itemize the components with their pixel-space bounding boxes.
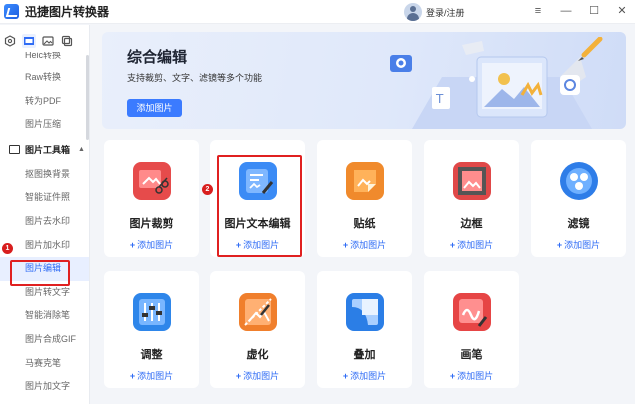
card-frame[interactable]: 边框 + 添加图片 bbox=[424, 140, 519, 257]
card-add-image-link[interactable]: + 添加图片 bbox=[317, 238, 412, 251]
blur-icon bbox=[239, 293, 277, 331]
sidebar-item-id-photo[interactable]: 智能证件照 bbox=[0, 186, 89, 210]
plus-icon: + bbox=[129, 371, 136, 381]
card-brush[interactable]: 画笔 + 添加图片 bbox=[424, 271, 519, 388]
sidebar-item-to-pdf[interactable]: 转为PDF bbox=[0, 90, 89, 114]
sidebar-group-toolbox[interactable]: 图片工具箱 ▲ bbox=[0, 137, 89, 163]
highlight-box-text-edit-card bbox=[217, 155, 302, 257]
step-marker-2: 2 bbox=[202, 184, 213, 195]
card-title: 调整 bbox=[140, 349, 163, 361]
layers-icon[interactable] bbox=[60, 34, 74, 48]
chevron-up-icon: ▲ bbox=[78, 145, 85, 153]
frame-icon bbox=[453, 162, 491, 200]
sidebar-item-compress[interactable]: 图片压缩 bbox=[0, 113, 89, 137]
svg-text:T: T bbox=[435, 92, 444, 106]
card-add-image-link[interactable]: + 添加图片 bbox=[104, 238, 199, 251]
card-add-label: 添加图片 bbox=[350, 371, 387, 381]
banner-illustration-icon: T bbox=[390, 37, 603, 129]
card-overlay[interactable]: 叠加 + 添加图片 bbox=[317, 271, 412, 388]
card-blur[interactable]: 虚化 + 添加图片 bbox=[210, 271, 305, 388]
image-icon[interactable] bbox=[41, 34, 55, 48]
sidebar: Heic转换 Raw转换 转为PDF 图片压缩 图片工具箱 ▲ 抠图换背景 智能… bbox=[0, 25, 90, 404]
card-add-label: 添加图片 bbox=[457, 240, 494, 250]
filter-icon bbox=[560, 162, 598, 200]
highlight-box-image-edit bbox=[10, 260, 70, 286]
plus-icon: + bbox=[449, 240, 456, 250]
adjust-icon bbox=[133, 293, 171, 331]
card-add-label: 添加图片 bbox=[137, 240, 174, 250]
card-title: 画笔 bbox=[460, 349, 483, 361]
card-title: 滤镜 bbox=[567, 218, 590, 230]
brush-icon bbox=[453, 293, 491, 331]
card-add-label: 添加图片 bbox=[243, 371, 280, 381]
sidebar-item-remove-watermark[interactable]: 图片去水印 bbox=[0, 210, 89, 234]
step-marker-1: 1 bbox=[2, 243, 13, 254]
card-filter[interactable]: 滤镜 + 添加图片 bbox=[531, 140, 626, 257]
card-add-image-link[interactable]: + 添加图片 bbox=[424, 238, 519, 251]
plus-icon: + bbox=[556, 240, 563, 250]
overlay-icon bbox=[346, 293, 384, 331]
card-add-image-link[interactable]: + 添加图片 bbox=[104, 369, 199, 382]
card-add-image-link[interactable]: + 添加图片 bbox=[531, 238, 626, 251]
crop-icon bbox=[133, 162, 171, 200]
sidebar-item-add-text[interactable]: 图片加文字 bbox=[0, 375, 89, 399]
plus-icon: + bbox=[129, 240, 136, 250]
app-title: 迅捷图片转换器 bbox=[25, 5, 110, 19]
minimize-icon[interactable]: — bbox=[559, 3, 573, 19]
banner-subtitle: 支持裁剪、文字、滤镜等多个功能 bbox=[127, 73, 263, 83]
sidebar-item-cutout[interactable]: 抠图换背景 bbox=[0, 163, 89, 187]
sidebar-list: Heic转换 Raw转换 转为PDF 图片压缩 图片工具箱 ▲ 抠图换背景 智能… bbox=[0, 52, 89, 399]
sidebar-scrollbar[interactable] bbox=[86, 55, 89, 140]
avatar-icon bbox=[404, 3, 422, 21]
sidebar-item-eraser[interactable]: 智能消除笔 bbox=[0, 304, 89, 328]
sidebar-item-raw[interactable]: Raw转换 bbox=[0, 66, 89, 90]
login-label: 登录/注册 bbox=[426, 7, 465, 18]
card-title: 贴纸 bbox=[353, 218, 376, 230]
card-add-label: 添加图片 bbox=[137, 371, 174, 381]
plus-icon: + bbox=[235, 371, 242, 381]
card-adjust[interactable]: 调整 + 添加图片 bbox=[104, 271, 199, 388]
sticker-icon bbox=[346, 162, 384, 200]
card-add-label: 添加图片 bbox=[457, 371, 494, 381]
card-title: 虚化 bbox=[246, 349, 269, 361]
toolbox-icon bbox=[9, 145, 20, 155]
sidebar-item-add-watermark[interactable]: 图片加水印 bbox=[0, 234, 89, 258]
plus-icon: + bbox=[342, 371, 349, 381]
sidebar-item-gif[interactable]: 图片合成GIF bbox=[0, 328, 89, 352]
hexagon-settings-icon[interactable] bbox=[3, 34, 17, 48]
card-title: 叠加 bbox=[353, 349, 376, 361]
sidebar-item-heic[interactable]: Heic转换 bbox=[0, 52, 89, 66]
login-button[interactable]: 登录/注册 bbox=[404, 3, 465, 21]
plus-icon: + bbox=[342, 240, 349, 250]
card-add-label: 添加图片 bbox=[564, 240, 601, 250]
card-crop[interactable]: 图片裁剪 + 添加图片 bbox=[104, 140, 199, 257]
title-bar: 迅捷图片转换器 登录/注册 ≡ — ☐ ✕ bbox=[0, 0, 635, 24]
banner: 综合编辑 支持裁剪、文字、滤镜等多个功能 添加图片 T bbox=[102, 32, 626, 129]
sidebar-item-mosaic[interactable]: 马赛克笔 bbox=[0, 352, 89, 376]
card-add-label: 添加图片 bbox=[350, 240, 387, 250]
card-add-image-link[interactable]: + 添加图片 bbox=[317, 369, 412, 382]
banner-add-image-button[interactable]: 添加图片 bbox=[127, 99, 182, 117]
sidebar-group-label: 图片工具箱 bbox=[25, 144, 71, 155]
card-add-image-link[interactable]: + 添加图片 bbox=[210, 369, 305, 382]
app-logo-icon bbox=[4, 4, 19, 19]
banner-title: 综合编辑 bbox=[127, 49, 188, 66]
menu-icon[interactable]: ≡ bbox=[531, 3, 545, 19]
card-add-image-link[interactable]: + 添加图片 bbox=[424, 369, 519, 382]
card-title: 图片裁剪 bbox=[129, 218, 174, 230]
image-convert-icon[interactable] bbox=[22, 34, 36, 48]
maximize-icon[interactable]: ☐ bbox=[587, 3, 601, 19]
card-title: 边框 bbox=[460, 218, 483, 230]
card-sticker[interactable]: 贴纸 + 添加图片 bbox=[317, 140, 412, 257]
close-icon[interactable]: ✕ bbox=[615, 3, 629, 19]
plus-icon: + bbox=[449, 371, 456, 381]
